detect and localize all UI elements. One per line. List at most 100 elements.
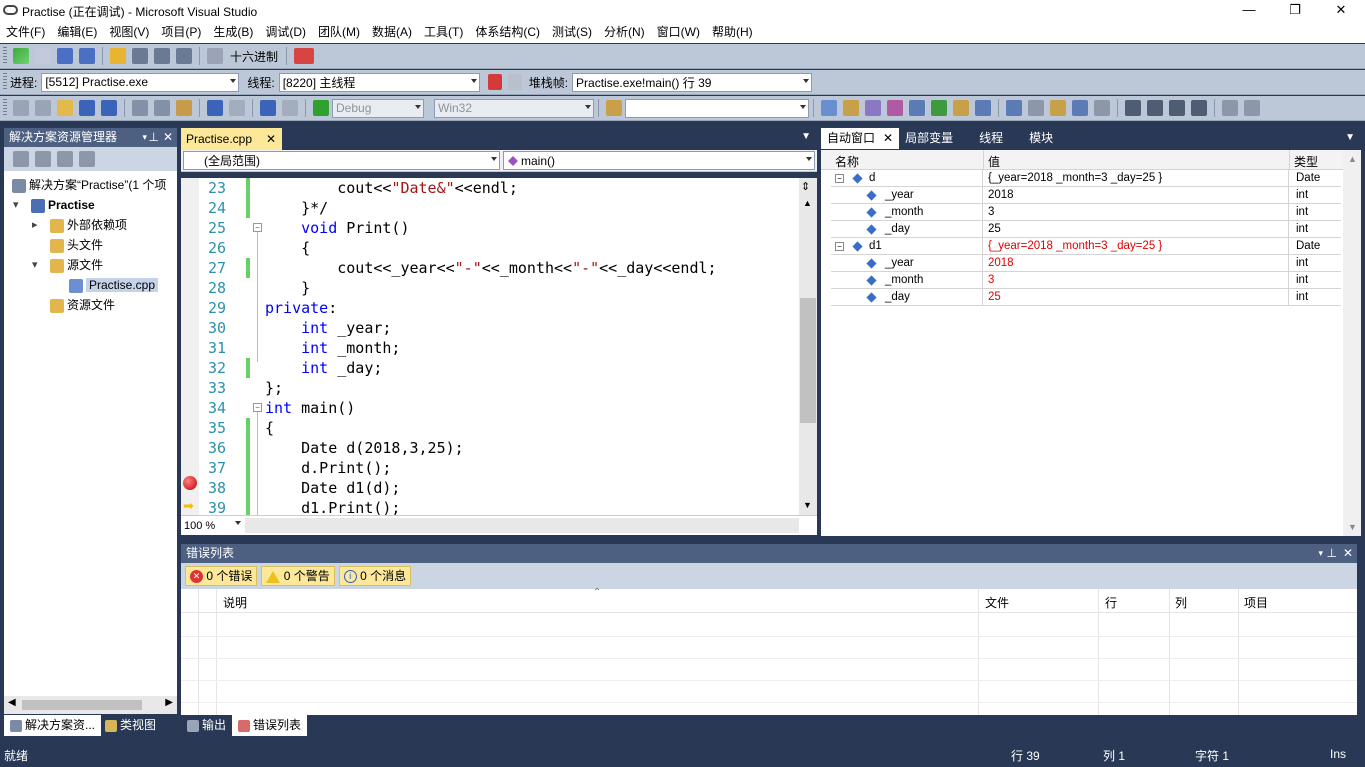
menu-item[interactable]: 项目(P) xyxy=(155,22,207,43)
bookmark-icon[interactable] xyxy=(1094,100,1110,116)
editor-vertical-scrollbar[interactable]: ⇕ ▲ ▼ xyxy=(799,178,817,515)
code-area[interactable]: 23 cout<<"Date&"<<endl; 24 }*/ 25 void Pri… xyxy=(181,178,799,515)
expander-icon[interactable]: ▸ xyxy=(32,215,38,235)
breakpoint-icon[interactable] xyxy=(183,476,197,490)
close-icon[interactable]: ✕ xyxy=(1343,544,1353,563)
menu-item[interactable]: 调试(D) xyxy=(259,22,312,43)
properties-icon[interactable] xyxy=(13,151,29,167)
scroll-thumb[interactable] xyxy=(22,700,142,710)
step-into-icon[interactable] xyxy=(132,48,148,64)
code-line[interactable]: cout<<_year<<"-"<<_month<<"-"<<_day<<end… xyxy=(265,258,716,278)
tree-item[interactable]: ▾ 源文件 xyxy=(4,255,177,275)
hex-display-button[interactable]: 十六进制 xyxy=(230,48,278,65)
feedback-icon[interactable] xyxy=(1244,100,1260,116)
watch-row[interactable]: _month 3 int xyxy=(831,204,1341,221)
menu-item[interactable]: 窗口(W) xyxy=(651,22,706,43)
save-all-icon[interactable] xyxy=(101,100,117,116)
flag-all-icon[interactable] xyxy=(507,74,522,90)
watch-value[interactable]: 25 xyxy=(984,221,1289,238)
watch-row[interactable]: _month 3 int xyxy=(831,272,1341,289)
watch-value[interactable]: {_year=2018 _month=3 _day=25 } xyxy=(984,238,1289,255)
watch-value[interactable]: 2018 xyxy=(984,187,1289,204)
column-column[interactable]: 列 xyxy=(1175,594,1187,611)
solution-explorer-icon[interactable] xyxy=(953,100,969,116)
other-windows-icon[interactable] xyxy=(975,100,991,116)
collapse-icon[interactable]: − xyxy=(835,242,844,251)
errors-filter-button[interactable]: ✕ 0 个错误 xyxy=(185,566,258,586)
close-tab-icon[interactable]: ✕ xyxy=(883,131,893,145)
watch-row[interactable]: _year 2018 int xyxy=(831,187,1341,204)
watch-value[interactable]: 3 xyxy=(984,204,1289,221)
autos-tab[interactable]: 模块 xyxy=(1023,128,1059,149)
pin-icon[interactable]: ⊥ xyxy=(149,128,159,147)
navigate-forward-icon[interactable] xyxy=(282,100,298,116)
comment-icon[interactable] xyxy=(1169,100,1185,116)
indent-icon[interactable] xyxy=(1125,100,1141,116)
menu-item[interactable]: 帮助(H) xyxy=(706,22,759,43)
list-members-icon[interactable] xyxy=(1006,100,1022,116)
refresh-icon[interactable] xyxy=(57,151,73,167)
editor-scroll-thumb[interactable] xyxy=(800,298,816,423)
save-icon[interactable] xyxy=(79,100,95,116)
solution-platform-select[interactable]: Win32 xyxy=(434,98,594,118)
tab-class-view[interactable]: 类视图 xyxy=(101,715,160,736)
watch-row[interactable]: − d1 {_year=2018 _month=3 _day=25 } Date xyxy=(831,238,1341,255)
code-line[interactable]: int _month; xyxy=(265,338,400,358)
continue-icon[interactable] xyxy=(13,48,29,64)
code-line[interactable]: }; xyxy=(265,378,283,398)
window-layout-icon[interactable] xyxy=(1222,100,1238,116)
code-line[interactable]: int main() xyxy=(265,398,355,418)
watch-row[interactable]: − d {_year=2018 _month=3 _day=25 } Date xyxy=(831,170,1341,187)
outdent-icon[interactable] xyxy=(1147,100,1163,116)
autos-vertical-scrollbar[interactable]: ▲ ▼ xyxy=(1343,150,1361,536)
menu-item[interactable]: 工具(T) xyxy=(418,22,469,43)
start-page-icon[interactable] xyxy=(931,100,947,116)
watch-value[interactable]: 25 xyxy=(984,289,1289,306)
column-project[interactable]: 项目 xyxy=(1244,594,1268,611)
autos-tab[interactable]: 线程 xyxy=(973,128,1009,149)
autos-tab[interactable]: 局部变量 xyxy=(899,128,959,149)
close-button[interactable]: ✕ xyxy=(1318,0,1364,22)
open-file-icon[interactable] xyxy=(57,100,73,116)
column-file[interactable]: 文件 xyxy=(985,594,1009,611)
tab-solution-explorer[interactable]: 解决方案资... xyxy=(4,715,102,736)
menu-item[interactable]: 文件(F) xyxy=(0,22,51,43)
tab-output[interactable]: 输出 xyxy=(181,715,232,736)
watch-value[interactable]: 2018 xyxy=(984,255,1289,272)
undo-icon[interactable] xyxy=(207,100,223,116)
menu-item[interactable]: 编辑(E) xyxy=(51,22,103,43)
menu-item[interactable]: 团队(M) xyxy=(312,22,366,43)
menu-item[interactable]: 测试(S) xyxy=(546,22,598,43)
function-select[interactable]: main() xyxy=(503,151,815,170)
hex-display-icon[interactable] xyxy=(207,48,223,64)
code-line[interactable]: private: xyxy=(265,298,337,318)
thread-select[interactable]: [8220] 主线程 xyxy=(278,72,480,92)
menu-item[interactable]: 生成(B) xyxy=(207,22,259,43)
code-line[interactable]: { xyxy=(265,418,274,438)
code-line[interactable]: { xyxy=(265,238,310,258)
code-line[interactable]: d.Print(); xyxy=(265,458,391,478)
dropdown-icon[interactable]: ▾ xyxy=(142,128,147,147)
flag-thread-icon[interactable] xyxy=(487,74,502,90)
restart-icon[interactable] xyxy=(79,48,95,64)
code-line[interactable]: } xyxy=(265,278,310,298)
tree-item[interactable]: 资源文件 xyxy=(4,295,177,315)
split-icon[interactable]: ⇕ xyxy=(801,180,810,193)
parameter-info-icon[interactable] xyxy=(1028,100,1044,116)
collapse-outline-icon[interactable]: − xyxy=(253,403,262,412)
step-over-icon[interactable] xyxy=(154,48,170,64)
watch-row[interactable]: _year 2018 int xyxy=(831,255,1341,272)
tree-item[interactable]: Practise.cpp xyxy=(4,275,177,295)
close-icon[interactable]: ✕ xyxy=(163,128,173,147)
scope-select[interactable]: (全局范围) xyxy=(183,151,500,170)
watch-value[interactable]: {_year=2018 _month=3 _day=25 } xyxy=(984,170,1289,187)
code-line[interactable]: int _day; xyxy=(265,358,382,378)
find-in-files-icon[interactable] xyxy=(606,100,622,116)
copy-icon[interactable] xyxy=(154,100,170,116)
break-all-icon[interactable] xyxy=(35,48,51,64)
add-item-icon[interactable] xyxy=(35,100,51,116)
code-line[interactable]: Date d1(d); xyxy=(265,478,400,498)
breakpoints-window-icon[interactable] xyxy=(294,48,315,64)
complete-word-icon[interactable] xyxy=(1072,100,1088,116)
quick-info-icon[interactable] xyxy=(1050,100,1066,116)
